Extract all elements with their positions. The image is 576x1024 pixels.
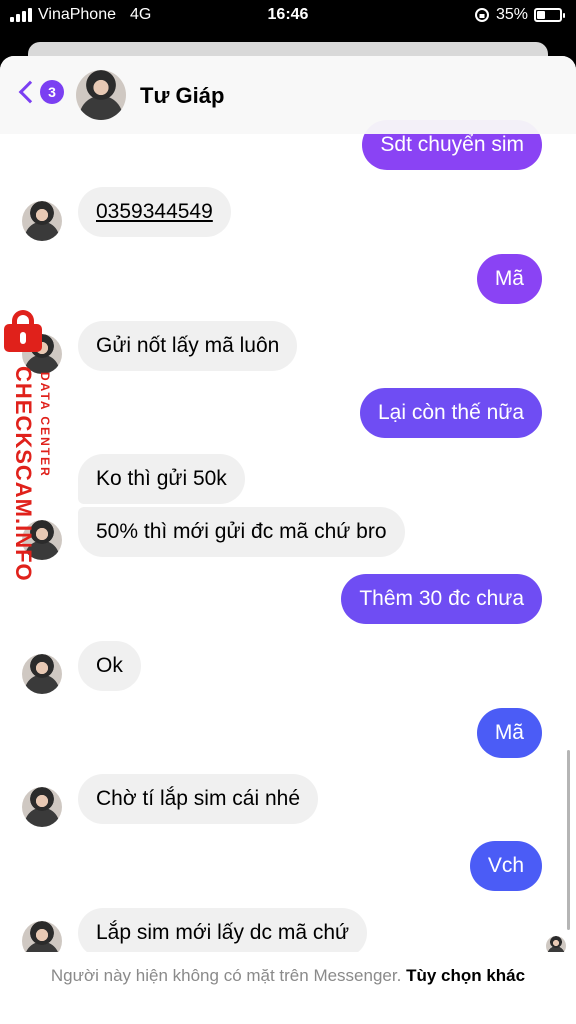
status-bar: VinaPhone 4G 16:46 35%	[0, 0, 576, 36]
scrollbar[interactable]	[567, 750, 570, 930]
message-text: 50% thì mới gửi đc mã chứ bro	[96, 520, 387, 543]
battery-info: 35%	[474, 6, 565, 24]
chevron-left-icon	[18, 80, 42, 104]
received-message-bubble[interactable]: Ko thì gửi 50k	[78, 454, 245, 504]
contact-name[interactable]: Tư Giáp	[140, 83, 224, 109]
received-message-bubble[interactable]: Lắp sim mới lấy dc mã chứ	[78, 908, 368, 958]
received-message-bubble[interactable]: Gửi nốt lấy mã luôn	[78, 321, 298, 371]
message-text: Lắp sim mới lấy dc mã chứ	[96, 921, 350, 944]
message-text: Thêm 30 đc chưa	[359, 587, 524, 610]
more-options-link[interactable]: Tùy chọn khác	[406, 966, 525, 985]
sender-avatar[interactable]	[22, 201, 62, 241]
chat-header: 3 Tư Giáp	[0, 56, 576, 134]
sent-message-bubble[interactable]: Mã	[476, 708, 542, 758]
watermark: CHECKSCAM.INFO DATA CENTER	[4, 366, 52, 636]
message-text: Chờ tí lắp sim cái nhé	[96, 787, 301, 810]
message-text: Vch	[487, 854, 524, 877]
message-text: Ok	[96, 654, 123, 677]
received-message-bubble[interactable]: Chờ tí lắp sim cái nhé	[78, 774, 319, 824]
battery-percent: 35%	[495, 6, 528, 23]
sent-message-bubble[interactable]: Thêm 30 đc chưa	[341, 574, 542, 624]
message-text: Ko thì gửi 50k	[96, 467, 227, 490]
unavailable-note: Người này hiện không có mặt trên Messeng…	[50, 966, 402, 985]
message-text: Mã	[494, 267, 524, 290]
received-message-bubble[interactable]: 0359344549	[78, 187, 231, 237]
sent-message-bubble[interactable]: Lại còn thế nữa	[360, 388, 542, 438]
rotation-lock-icon	[474, 8, 489, 22]
received-message-bubble[interactable]: 50% thì mới gửi đc mã chứ bro	[78, 507, 405, 557]
message-text: Sdt chuyển sim	[380, 133, 524, 156]
contact-avatar[interactable]	[76, 70, 126, 120]
received-message-bubble[interactable]: Ok	[78, 641, 141, 691]
message-text: Gửi nốt lấy mã luôn	[96, 334, 280, 357]
chat-sheet: 3 Tư Giáp Sdt chuyển sim 0359344549 Mã Gửi …	[0, 56, 576, 1024]
battery-icon	[534, 8, 565, 22]
back-button[interactable]: 3	[16, 80, 64, 104]
message-text: Mã	[494, 721, 524, 744]
unread-count-badge: 3	[40, 80, 64, 104]
sent-message-bubble[interactable]: Mã	[476, 254, 542, 304]
watermark-brand: CHECKSCAM.INFO	[11, 366, 36, 582]
sent-message-bubble[interactable]: Vch	[469, 841, 542, 891]
lock-icon	[4, 310, 42, 352]
message-text: 0359344549	[96, 200, 213, 223]
message-text: Lại còn thế nữa	[378, 401, 524, 424]
sender-avatar[interactable]	[22, 787, 62, 827]
watermark-sub: DATA CENTER	[38, 372, 52, 478]
unavailable-footer: Người này hiện không có mặt trên Messeng…	[0, 952, 576, 1024]
sender-avatar[interactable]	[22, 654, 62, 694]
